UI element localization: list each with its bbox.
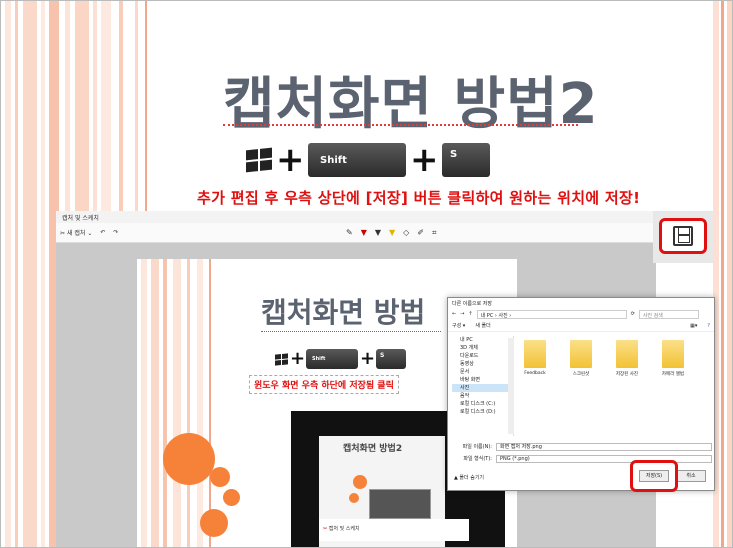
decor-stripe <box>163 259 167 547</box>
decor-circle <box>353 475 367 489</box>
decor-stripe <box>41 1 45 547</box>
shift-key: Shift <box>306 349 358 369</box>
snip-titlebar: 캡처 및 스케치 <box>56 211 656 223</box>
captured-shortcut-keys: + Shift + S <box>275 349 406 369</box>
folder-icon <box>662 340 684 368</box>
touch-write-icon[interactable]: ✎ <box>346 228 353 238</box>
dialog-commandbar: 구성 ▾ 새 폴더 ▦▾ ? <box>448 320 714 332</box>
tree-item[interactable]: 로컬 디스크 (C:) <box>452 400 513 408</box>
filename-row: 파일 이름(N): 화면 캡처 저장.png <box>452 442 712 451</box>
pen-tools: ✎ ▼ ▼ ▼ ◇ ✐ ⌗ <box>346 228 437 238</box>
ballpoint-pen-icon[interactable]: ▼ <box>361 228 367 238</box>
save-button-highlight <box>630 460 678 492</box>
floppy-disk-icon <box>673 226 693 246</box>
folder-icon <box>570 340 592 368</box>
windows-key-icon <box>246 147 272 173</box>
hide-folders-button[interactable]: ▲ 폴더 숨기기 <box>454 474 484 481</box>
snip-toolbar: ✂ 새 캡처 ⌄ ↶ ↷ ✎ ▼ ▼ ▼ ◇ ✐ ⌗ <box>56 223 656 243</box>
slide: 캡처화면 방법2 + Shift + S 추가 편집 후 우측 상단에 [저장]… <box>0 0 733 548</box>
new-folder-button[interactable]: 새 폴더 <box>475 322 490 329</box>
tree-item[interactable]: 사진 <box>452 384 513 392</box>
folder-item[interactable]: 카메라 앨범 <box>658 340 688 377</box>
tree-item[interactable]: 동영상 <box>452 360 513 368</box>
crop-icon[interactable]: ⌗ <box>432 228 437 238</box>
refresh-icon[interactable]: ⟳ <box>631 311 635 317</box>
filetype-select[interactable]: PNG (*.png) <box>496 454 712 463</box>
dialog-title: 다른 이름으로 저장 <box>452 301 492 307</box>
undo-icon[interactable]: ↶ <box>100 229 105 236</box>
pencil-icon[interactable]: ▼ <box>375 228 381 238</box>
back-icon[interactable]: ← <box>452 311 456 317</box>
plus-sign: + <box>276 140 305 180</box>
redo-icon[interactable]: ↷ <box>113 229 118 236</box>
view-icon[interactable]: ▦▾ <box>690 323 697 329</box>
help-icon[interactable]: ? <box>707 323 710 329</box>
decor-stripe <box>15 1 18 547</box>
decor-circle <box>223 489 240 506</box>
decor-circle <box>200 509 228 537</box>
highlighter-icon[interactable]: ▼ <box>389 228 395 238</box>
file-list: Feedback 스크린샷 저장된 사진 카메라 앨범 <box>520 340 688 377</box>
decor-circle <box>210 467 230 487</box>
captured-title-underline <box>261 331 441 332</box>
decor-stripe <box>173 259 181 547</box>
tree-item[interactable]: 로컬 디스크 (D:) <box>452 408 513 416</box>
plus-sign: + <box>410 140 439 180</box>
new-snip-button[interactable]: ✂ 새 캡처 ⌄ <box>60 228 92 237</box>
captured-slide-title: 캡처화면 방법 <box>261 296 426 329</box>
folder-icon <box>616 340 638 368</box>
s-key: S <box>442 143 490 177</box>
decor-circle <box>349 493 359 503</box>
tree-item[interactable]: 3D 개체 <box>452 344 513 352</box>
up-icon[interactable]: ↑ <box>468 311 472 317</box>
folder-icon <box>524 340 546 368</box>
tree-item[interactable]: 바탕 화면 <box>452 376 513 384</box>
title-underline <box>223 122 578 126</box>
windows-key-icon <box>275 352 288 366</box>
ruler-icon[interactable]: ✐ <box>417 228 424 238</box>
filename-input[interactable]: 화면 캡처 저장.png <box>496 442 712 451</box>
instruction-text: 추가 편집 후 우측 상단에 [저장] 버튼 클릭하여 원하는 위치에 저장! <box>197 189 641 207</box>
tree-item[interactable]: 음악 <box>452 392 513 400</box>
forward-icon[interactable]: → <box>460 311 464 317</box>
decor-stripe <box>197 259 203 547</box>
tree-item[interactable]: 내 PC <box>452 336 513 344</box>
filename-label: 파일 이름(N): <box>462 444 492 450</box>
decor-stripe <box>151 259 159 547</box>
decor-stripe <box>23 1 37 547</box>
nested-screen-image <box>369 489 431 519</box>
folder-tree: 내 PC 3D 개체 다운로드 동영상 문서 바탕 화면 사진 음악 로컬 디스… <box>452 336 514 436</box>
shortcut-keys: + Shift + S <box>246 142 490 178</box>
save-button[interactable] <box>659 218 707 254</box>
dialog-cancel-button[interactable]: 취소 <box>676 470 706 482</box>
plus-sign: + <box>290 348 306 369</box>
slide-title: 캡처화면 방법2 <box>223 72 599 137</box>
decor-stripe <box>141 259 147 547</box>
plus-sign: + <box>360 348 376 369</box>
address-bar[interactable]: 내 PC › 사진 › <box>476 309 627 319</box>
decor-stripe <box>209 259 211 547</box>
tree-item[interactable]: 문서 <box>452 368 513 376</box>
nested-notification: ✂ 캡처 및 스케치 <box>319 519 469 541</box>
organize-button[interactable]: 구성 ▾ <box>452 322 465 329</box>
captured-instruction-text: 윈도우 화면 우측 하단에 저장됨 클릭 <box>249 375 399 394</box>
decor-stripe <box>721 1 724 547</box>
shift-key: Shift <box>308 143 406 177</box>
search-input[interactable]: 사진 검색 <box>638 309 699 319</box>
filetype-label: 파일 형식(T): <box>463 456 492 462</box>
tree-item[interactable]: 다운로드 <box>452 352 513 360</box>
folder-item[interactable]: Feedback <box>520 340 550 377</box>
nested-slide-title: 캡처화면 방법2 <box>343 444 403 454</box>
eraser-icon[interactable]: ◇ <box>403 228 409 238</box>
decor-stripe <box>727 1 732 547</box>
decor-circle <box>163 433 215 485</box>
decor-stripe <box>187 259 190 547</box>
s-key: S <box>376 349 406 369</box>
dialog-nav: ← → ↑ 내 PC › 사진 › ⟳ 사진 검색 <box>448 308 714 320</box>
folder-item[interactable]: 스크린샷 <box>566 340 596 377</box>
folder-item[interactable]: 저장된 사진 <box>612 340 642 377</box>
decor-stripe <box>5 1 11 547</box>
tree-scrollbar[interactable] <box>508 338 514 434</box>
